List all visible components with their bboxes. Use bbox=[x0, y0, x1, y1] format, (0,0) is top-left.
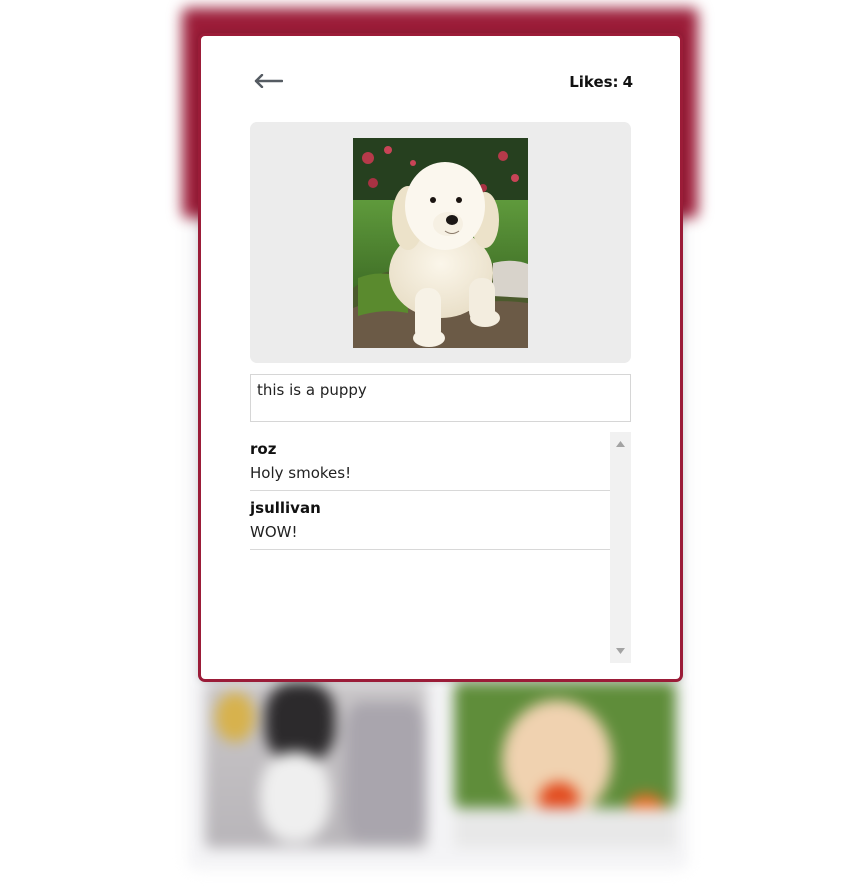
comment-item: jsullivan WOW! bbox=[250, 491, 610, 550]
puppy-photo bbox=[353, 138, 528, 348]
photo-modal: Likes: 4 this is a puppy roz Holy smokes… bbox=[198, 33, 683, 682]
comment-item: roz Holy smokes! bbox=[250, 432, 610, 491]
triangle-up-icon bbox=[616, 441, 625, 447]
comments-section: roz Holy smokes! jsullivan WOW! bbox=[250, 432, 631, 663]
comment-text: Holy smokes! bbox=[250, 464, 352, 482]
comment-username: jsullivan bbox=[250, 499, 321, 517]
triangle-down-icon bbox=[616, 648, 625, 654]
background-photo-tile bbox=[454, 682, 676, 808]
likes-count: 4 bbox=[622, 73, 633, 91]
likes-counter: Likes: 4 bbox=[569, 73, 633, 91]
comments-scrollbar[interactable] bbox=[610, 432, 631, 663]
background-photo-tile-footer bbox=[454, 808, 676, 848]
caption-field[interactable]: this is a puppy bbox=[250, 374, 631, 422]
arrow-left-icon bbox=[254, 74, 283, 88]
comment-list: roz Holy smokes! jsullivan WOW! bbox=[250, 432, 610, 663]
likes-label: Likes: bbox=[569, 73, 619, 91]
comment-username: roz bbox=[250, 440, 277, 458]
background-photo-tile bbox=[205, 682, 427, 848]
back-button[interactable] bbox=[251, 66, 285, 96]
photo-panel bbox=[250, 122, 631, 363]
scroll-up-button[interactable] bbox=[610, 434, 631, 454]
scroll-down-button[interactable] bbox=[610, 641, 631, 661]
comment-text: WOW! bbox=[250, 523, 298, 541]
